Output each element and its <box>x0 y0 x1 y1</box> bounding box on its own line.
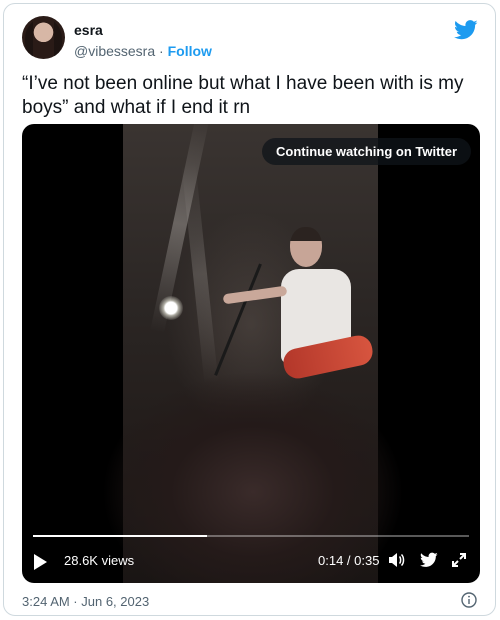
fullscreen-icon[interactable] <box>450 551 468 569</box>
play-icon[interactable] <box>34 554 47 570</box>
avatar[interactable] <box>22 16 65 59</box>
twitter-bird-icon[interactable] <box>420 551 438 569</box>
follow-button[interactable]: Follow <box>168 43 212 59</box>
tweet-timestamp[interactable]: 3:24 AM · Jun 6, 2023 <box>22 594 149 609</box>
handle-separator: · <box>155 43 168 59</box>
info-icon[interactable] <box>461 592 477 608</box>
author-handle-line: @vibessesra · Follow <box>74 43 212 59</box>
volume-icon[interactable] <box>387 551 405 569</box>
video-frame[interactable] <box>103 124 403 583</box>
author-handle[interactable]: @vibessesra <box>74 43 155 59</box>
view-count: 28.6K views <box>64 553 135 568</box>
time-display: 0:14 / 0:35 <box>318 553 380 568</box>
singer-head <box>290 227 322 267</box>
tweet-card: esra @vibessesra · Follow “I’ve not been… <box>3 3 496 616</box>
continue-watching-button[interactable]: Continue watching on Twitter <box>262 138 472 165</box>
stage-light <box>159 296 183 320</box>
avatar-hair <box>25 18 62 59</box>
tweet-text: “I’ve not been online but what I have be… <box>22 73 464 118</box>
video-controls: 28.6K views 0:14 / 0:35 <box>22 549 480 575</box>
twitter-bird-icon[interactable] <box>454 20 478 40</box>
tweet-header: esra @vibessesra · Follow <box>22 16 482 66</box>
mic-stand <box>214 263 262 376</box>
progress-bar[interactable] <box>33 535 469 537</box>
singer-arm <box>222 285 288 305</box>
video-player[interactable]: Continue watching on Twitter 28.6K views… <box>22 124 480 583</box>
progress-fill <box>33 535 208 537</box>
author-name[interactable]: esra <box>74 22 103 38</box>
stage-beam <box>181 163 219 385</box>
